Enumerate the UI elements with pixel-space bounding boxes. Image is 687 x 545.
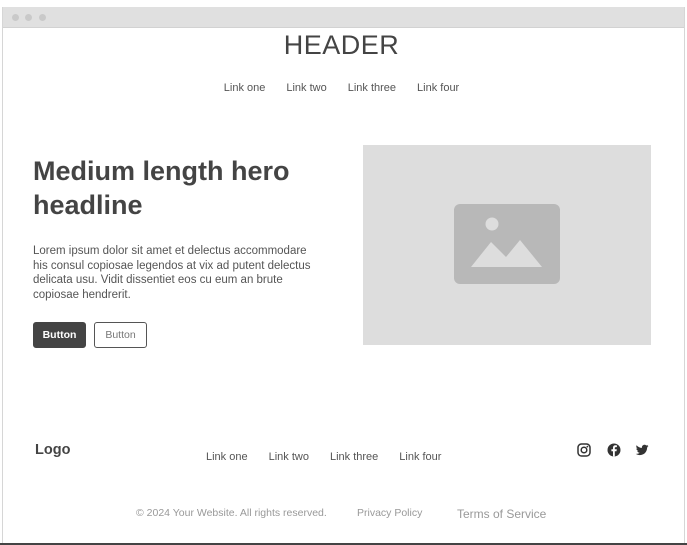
window-dot-icon[interactable]: [12, 14, 19, 21]
nav-link-two[interactable]: Link two: [286, 82, 326, 94]
footer-link-three[interactable]: Link three: [330, 451, 378, 463]
footer-logo[interactable]: Logo: [35, 442, 70, 458]
copyright-text: © 2024 Your Website. All rights reserved…: [136, 507, 327, 519]
privacy-policy-link[interactable]: Privacy Policy: [357, 507, 422, 519]
window-dot-icon[interactable]: [25, 14, 32, 21]
primary-button[interactable]: Button: [33, 322, 86, 348]
footer-link-two[interactable]: Link two: [269, 451, 309, 463]
hero-headline: Medium length hero headline: [33, 156, 290, 220]
secondary-button[interactable]: Button: [94, 322, 147, 348]
header-title: HEADER: [283, 30, 400, 60]
twitter-icon[interactable]: [635, 443, 649, 457]
window-dot-icon[interactable]: [39, 14, 46, 21]
hero-body-text: Lorem ipsum dolor sit amet et delectus a…: [33, 245, 311, 301]
hero-image-placeholder: [363, 145, 651, 345]
nav-link-one[interactable]: Link one: [224, 82, 266, 94]
top-nav: Link one Link two Link three Link four: [0, 82, 683, 94]
instagram-icon[interactable]: [577, 443, 591, 457]
footer-nav: Link one Link two Link three Link four: [206, 451, 441, 463]
terms-of-service-link[interactable]: Terms of Service: [457, 507, 546, 521]
image-placeholder-icon: [454, 204, 560, 284]
nav-link-three[interactable]: Link three: [348, 82, 396, 94]
facebook-icon[interactable]: [607, 443, 621, 457]
window-titlebar: [3, 7, 684, 28]
nav-link-four[interactable]: Link four: [417, 82, 459, 94]
footer-link-four[interactable]: Link four: [399, 451, 441, 463]
footer-link-one[interactable]: Link one: [206, 451, 248, 463]
